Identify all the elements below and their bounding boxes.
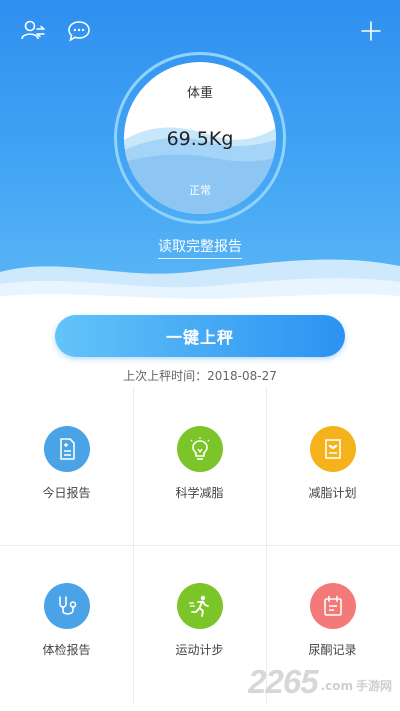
weight-value: 69.5Kg	[166, 128, 234, 150]
grid-item-label: 运动计步	[175, 643, 224, 657]
gauge-inner: 体重 69.5Kg 正常	[124, 62, 276, 214]
feature-grid: 今日报告 科学减脂 减脂计划 体检报告 运动计步 尿酮记录	[0, 388, 400, 704]
grid-item-label: 尿酮记录	[308, 643, 357, 657]
watermark-number: 2265	[248, 663, 318, 700]
header-wave	[0, 259, 400, 320]
grid-item-label: 体检报告	[42, 643, 91, 657]
grid-item-step-counter[interactable]: 运动计步	[133, 545, 266, 702]
last-weigh-time: 上次上秤时间：2018-08-27	[123, 369, 277, 383]
plan-icon	[310, 426, 356, 472]
grid-item-fat-loss-plan[interactable]: 减脂计划	[266, 388, 399, 545]
grid-item-label: 科学减脂	[175, 486, 224, 500]
grid-item-science-fat-loss[interactable]: 科学减脂	[133, 388, 266, 545]
running-icon	[177, 583, 223, 629]
weight-gauge[interactable]: 体重 69.5Kg 正常	[114, 52, 286, 224]
watermark-suffix: .com	[320, 679, 353, 693]
watermark-text: 手游网	[355, 679, 392, 693]
report-icon	[44, 426, 90, 472]
lightbulb-icon	[177, 426, 223, 472]
calendar-icon	[310, 583, 356, 629]
grid-item-today-report[interactable]: 今日报告	[0, 388, 133, 545]
weight-status: 正常	[189, 184, 211, 197]
message-icon[interactable]	[66, 18, 92, 44]
header: 体重 69.5Kg 正常 读取完整报告	[0, 0, 400, 320]
grid-item-checkup-report[interactable]: 体检报告	[0, 545, 133, 702]
add-icon[interactable]	[358, 18, 384, 44]
grid-item-label: 今日报告	[42, 486, 91, 500]
stethoscope-icon	[44, 583, 90, 629]
user-switch-icon[interactable]	[20, 18, 46, 44]
one-click-weigh-button[interactable]: 一键上秤	[55, 315, 345, 357]
grid-item-label: 减脂计划	[308, 486, 357, 500]
gauge-title: 体重	[186, 86, 213, 101]
site-watermark: 2265 .com 手游网	[248, 664, 392, 700]
